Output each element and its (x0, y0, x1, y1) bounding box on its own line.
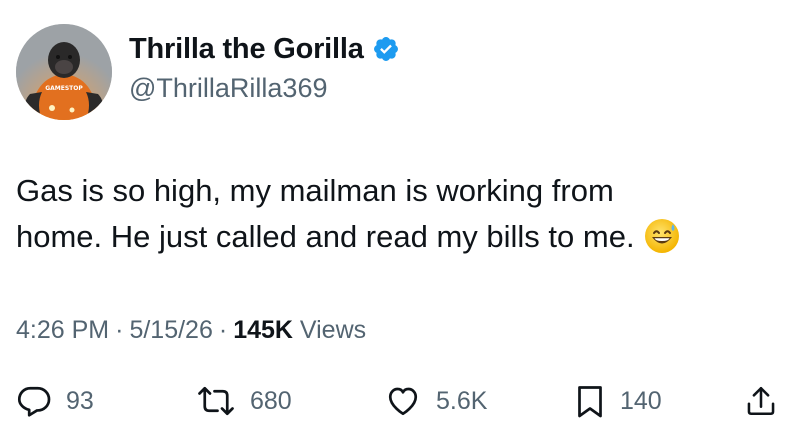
reply-count: 93 (66, 387, 94, 415)
reply-icon (17, 386, 51, 417)
tweet-text-line-2-content: home. He just called and read my bills t… (16, 219, 635, 254)
tweet-meta: 4:26 PM · 5/15/26 · 145K Views (16, 314, 366, 346)
share-button[interactable] (744, 376, 778, 426)
tweet-time[interactable]: 4:26 PM (16, 316, 109, 344)
reply-button[interactable]: 93 (16, 376, 94, 426)
like-button[interactable]: 5.6K (384, 376, 487, 426)
meta-separator: · (218, 316, 228, 344)
grinning-face-with-sweat-icon (643, 217, 681, 255)
gorilla-avatar-icon: GAMESTOP (16, 24, 112, 120)
bookmark-count: 140 (620, 387, 662, 415)
action-bar: 93 680 5.6K 140 (16, 376, 786, 426)
heart-icon (388, 387, 418, 416)
author-name-row: Thrilla the Gorilla (129, 32, 400, 66)
bookmark-icon (578, 386, 602, 418)
bookmark-button[interactable]: 140 (574, 376, 662, 426)
tweet-text: Gas is so high, my mailman is working fr… (16, 168, 786, 260)
verified-badge-icon[interactable] (372, 35, 400, 63)
author-display-name[interactable]: Thrilla the Gorilla (129, 32, 364, 66)
author-handle[interactable]: @ThrillaRilla369 (129, 72, 327, 104)
repost-count: 680 (250, 387, 292, 415)
repost-icon (198, 386, 234, 416)
tweet-text-line-1: Gas is so high, my mailman is working fr… (16, 173, 614, 208)
share-icon (747, 386, 775, 416)
tweet-date[interactable]: 5/15/26 (129, 316, 212, 344)
views-count[interactable]: 145K (233, 316, 293, 344)
views-label: Views (299, 316, 367, 344)
avatar[interactable]: GAMESTOP (16, 24, 112, 120)
like-count: 5.6K (436, 387, 488, 415)
tweet-text-line-2: home. He just called and read my bills t… (16, 214, 786, 260)
svg-text:GAMESTOP: GAMESTOP (45, 85, 83, 92)
meta-separator: · (115, 316, 124, 344)
repost-button[interactable]: 680 (196, 376, 292, 426)
